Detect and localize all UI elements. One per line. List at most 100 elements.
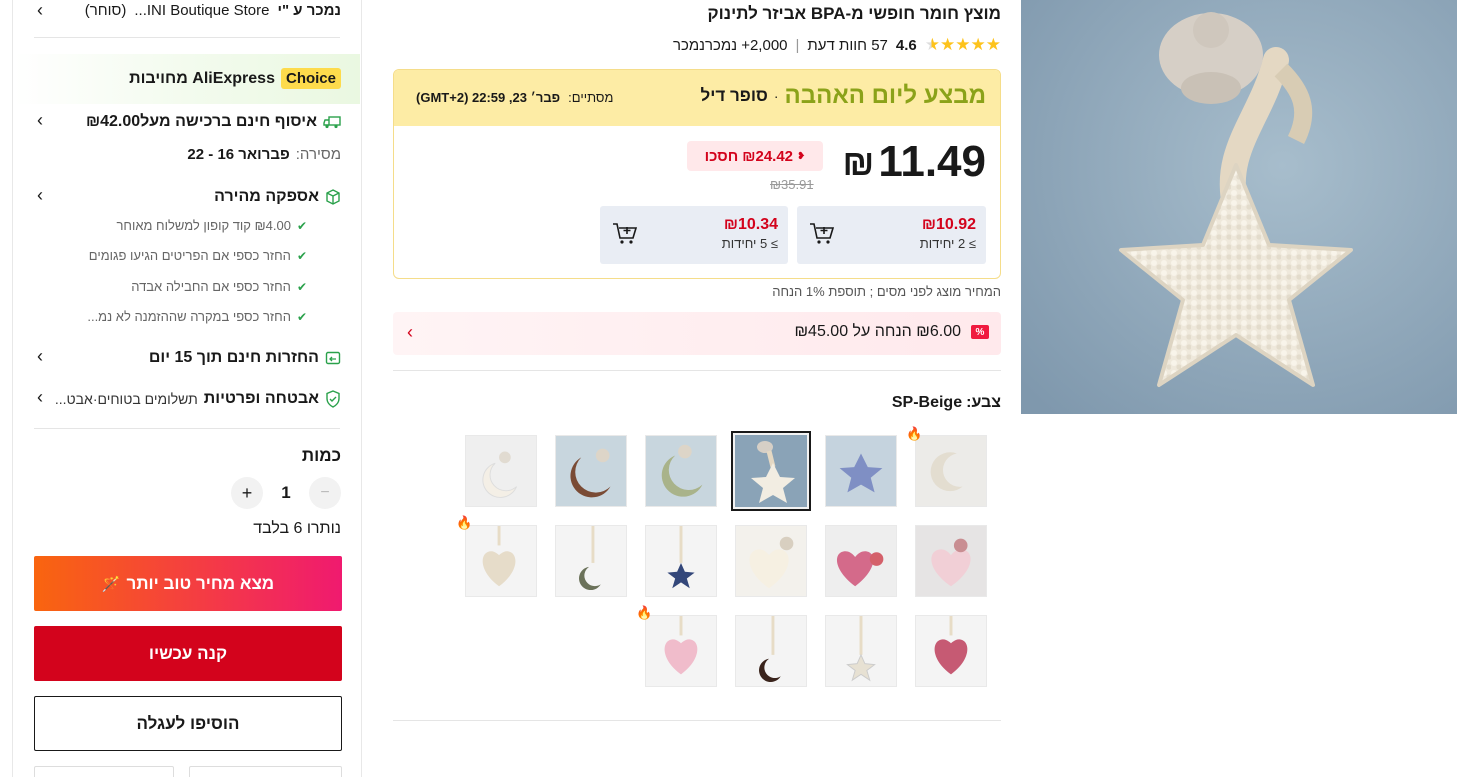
color-option-selected[interactable] — [731, 431, 811, 511]
share-button[interactable] — [34, 766, 174, 777]
save-arrow-icon: ❥ — [797, 150, 806, 162]
cart-plus-icon[interactable] — [612, 222, 638, 246]
chevron-left-icon[interactable]: ‹ — [37, 387, 43, 408]
tax-note: המחיר מוצג לפני מסים ; תוספת 1% הנחה — [772, 284, 1001, 299]
quantity-plus-button[interactable]: + — [231, 477, 263, 509]
sold-count: 2,000+ נמכרנמכר — [672, 36, 788, 54]
main-product-image[interactable] — [1021, 0, 1457, 414]
deal-dot: · — [773, 88, 779, 104]
quantity-minus-button[interactable]: − — [309, 477, 341, 509]
fast-delivery-row[interactable]: אספקה מהירה — [214, 188, 341, 206]
returns-row[interactable]: החזרות חינם תוך 15 יום — [149, 349, 341, 367]
fire-icon: 🔥 — [636, 605, 653, 620]
moon-beige-image — [916, 436, 986, 506]
delivery-label: מסירה: — [295, 146, 341, 163]
color-option[interactable] — [825, 435, 897, 507]
product-title: מוצץ חומר חופשי מ-BPA אביזר לתינוק — [707, 4, 1001, 23]
rating-stars: ★★★★★ — [924, 35, 1001, 54]
choice-text: AliExpress מחויבות — [129, 69, 275, 87]
seller-row[interactable]: נמכר ע "י INI Boutique Store... (סוחר) — [85, 2, 341, 19]
moon-white-image — [466, 436, 536, 506]
color-option[interactable] — [825, 615, 897, 687]
rating-row: ★★★★★ 4.6 57 חוות דעת | 2,000+ נמכרנמכר — [673, 35, 1001, 55]
quantity-value[interactable]: 1 — [273, 483, 299, 503]
heart-pink-light-image — [916, 526, 986, 596]
quantity-stepper: − 1 + — [231, 477, 341, 509]
delivery-dates: פברואר 16 - 22 — [187, 146, 290, 163]
tier-2-price: ₪10.92 — [921, 216, 976, 233]
delivery-row: מסירה: פברואר 16 - 22 — [187, 146, 341, 163]
deal-title: מבצע ליום האהבה — [784, 82, 986, 109]
color-option[interactable] — [465, 435, 537, 507]
color-option[interactable] — [825, 525, 897, 597]
security-row[interactable]: אבטחה ופרטיות תשלומים בטוחים·אבט... — [55, 390, 341, 408]
return-icon — [325, 351, 341, 365]
choice-banner: Choice AliExpress מחויבות — [14, 54, 360, 104]
shield-icon — [326, 390, 340, 408]
color-option[interactable] — [645, 435, 717, 507]
security-title: אבטחה ופרטיות — [203, 390, 319, 407]
better-price-label: מצא מחיר טוב יותר — [126, 573, 275, 593]
star-cream-hanger-image — [826, 616, 896, 686]
heart-pink-image — [826, 526, 896, 596]
divider — [393, 720, 1001, 721]
fast-bullet-text: החזר כספי אם הפריטים הגיעו פגומים — [88, 248, 291, 263]
store-name[interactable]: INI Boutique Store... — [134, 2, 269, 19]
choice-badge: Choice — [280, 68, 341, 89]
purchase-panel: נמכר ע "י INI Boutique Store... (סוחר) ‹… — [12, 0, 362, 777]
color-option[interactable] — [465, 525, 537, 597]
magic-wand-icon: 🪄 — [101, 575, 121, 593]
moon-olive-hanger-image — [556, 526, 626, 596]
fast-bullet: ✔ החזר כספי אם הפריטים הגיעו פגומים — [89, 248, 307, 263]
check-icon: ✔ — [296, 309, 307, 324]
divider — [34, 428, 340, 429]
save-label: חסכו — [704, 147, 739, 165]
free-pickup-text: איסוף חינם ברכישה מעל₪42.00 — [85, 113, 317, 130]
color-value: SP-Beige — [891, 394, 963, 411]
check-icon: ✔ — [296, 248, 307, 263]
find-better-price-button[interactable]: מצא מחיר טוב יותר 🪄 — [34, 556, 342, 611]
rating-value: 4.6 — [895, 36, 917, 54]
chevron-left-icon[interactable]: ‹ — [37, 0, 43, 21]
tier-5-card[interactable]: ₪10.34 ≥ 5 יחידות — [600, 206, 788, 264]
color-option[interactable] — [555, 525, 627, 597]
stock-remaining: נותרו 6 בלבד — [253, 520, 341, 537]
divider: | — [795, 36, 800, 54]
wishlist-button[interactable] — [189, 766, 342, 777]
chevron-left-icon[interactable]: ‹ — [37, 185, 43, 206]
chevron-left-icon[interactable]: ‹ — [37, 346, 43, 367]
coupon-badge: % — [971, 325, 989, 339]
security-sub: תשלומים בטוחים·אבט... — [54, 391, 198, 407]
color-option[interactable] — [915, 525, 987, 597]
color-option[interactable] — [645, 615, 717, 687]
check-icon: ✔ — [296, 279, 307, 294]
color-option[interactable] — [735, 615, 807, 687]
returns-title: החזרות חינם תוך 15 יום — [148, 349, 319, 366]
buy-now-button[interactable]: קנה עכשיו — [34, 626, 342, 681]
free-pickup-row[interactable]: איסוף חינם ברכישה מעל₪42.00 — [86, 113, 341, 131]
color-option[interactable] — [915, 435, 987, 507]
cart-plus-icon[interactable] — [809, 222, 835, 246]
deal-ends-label: מסתיים: — [568, 90, 614, 105]
star-pacifier-photo — [1021, 0, 1457, 414]
chevron-right-icon[interactable]: › — [407, 322, 413, 343]
chevron-left-icon[interactable]: ‹ — [37, 110, 43, 131]
coupon-bar[interactable]: % ₪6.00 הנחה על ₪45.00 › — [393, 312, 1001, 355]
fire-icon: 🔥 — [906, 426, 923, 441]
tier-2-card[interactable]: ₪10.92 ≥ 2 יחידות — [797, 206, 986, 264]
color-option[interactable] — [915, 615, 987, 687]
tier-5-price: ₪10.34 — [723, 216, 778, 233]
price-currency: ₪ — [842, 142, 875, 183]
truck-icon — [323, 116, 341, 129]
add-to-cart-button[interactable]: הוסיפו לעגלה — [34, 696, 342, 751]
moon-green-image — [646, 436, 716, 506]
fire-icon: 🔥 — [456, 515, 473, 530]
color-option[interactable] — [555, 435, 627, 507]
deal-ends-time: פבר׳ 23, 22:59 (GMT+2) — [416, 90, 561, 105]
color-option[interactable] — [735, 525, 807, 597]
star-blue-image — [826, 436, 896, 506]
color-label: צבע: — [966, 394, 1001, 411]
reviews-count[interactable]: 57 חוות דעת — [807, 37, 887, 54]
fast-bullet: ✔ החזר כספי אם החבילה אבדה — [131, 279, 307, 294]
color-option[interactable] — [645, 525, 717, 597]
